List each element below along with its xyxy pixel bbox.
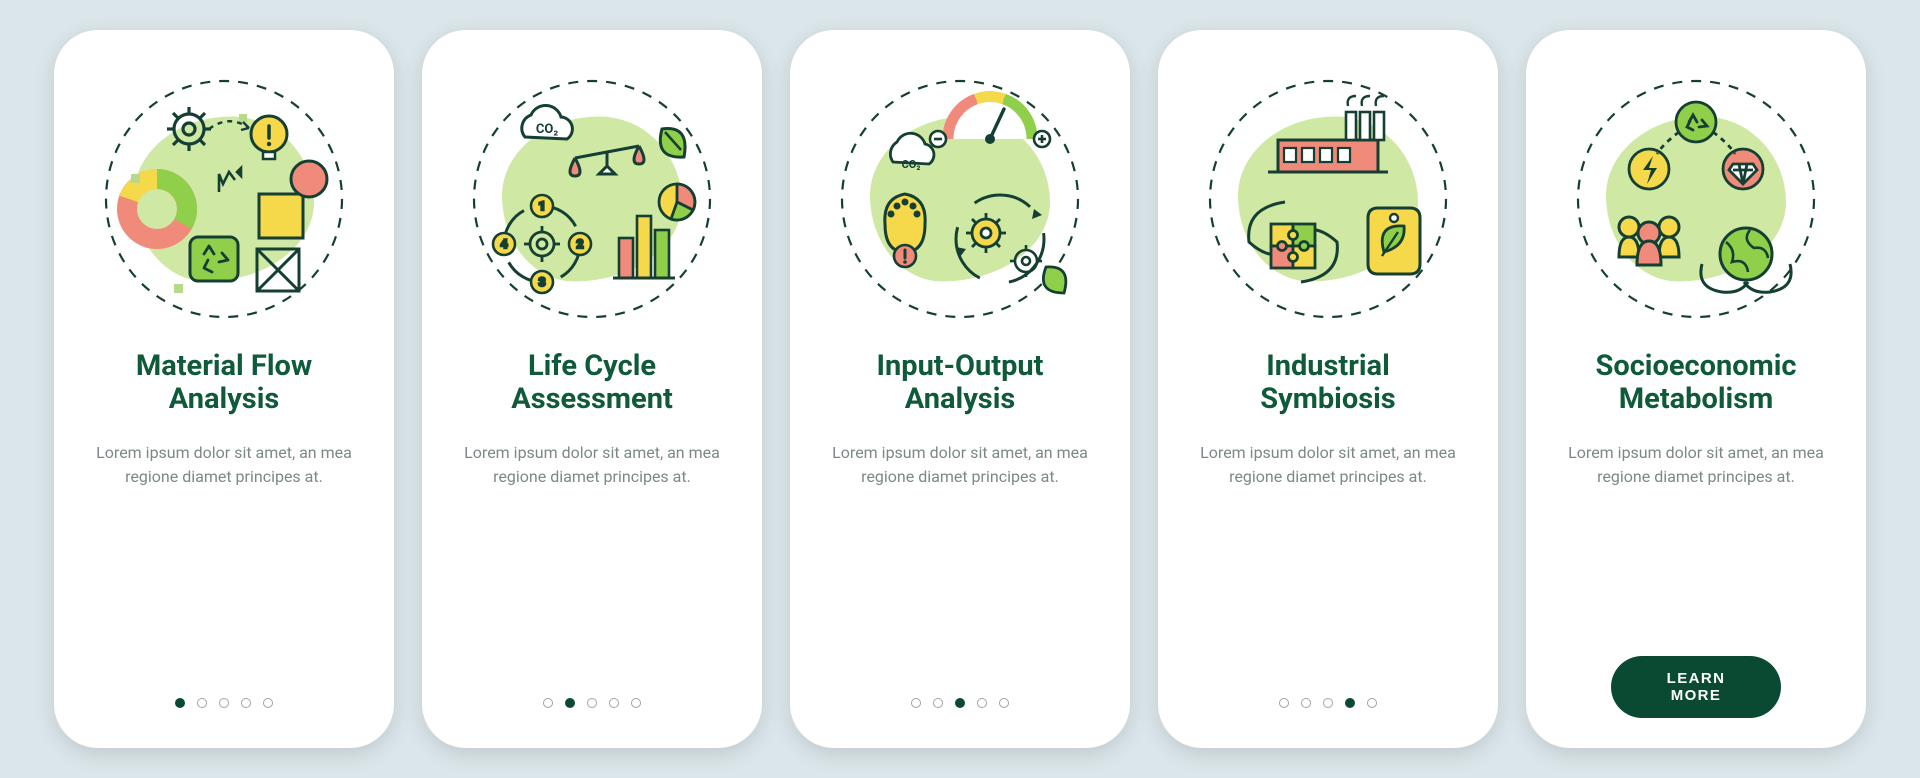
card-title: Material Flow Analysis bbox=[94, 350, 354, 417]
svg-text:2: 2 bbox=[577, 237, 584, 251]
page-dot[interactable] bbox=[175, 698, 185, 708]
page-dot[interactable] bbox=[977, 698, 987, 708]
page-dot[interactable] bbox=[1301, 698, 1311, 708]
input-output-analysis-icon: CO₂ bbox=[835, 74, 1085, 324]
page-dots bbox=[911, 698, 1009, 708]
card-description: Lorem ipsum dolor sit amet, an mea regio… bbox=[462, 441, 722, 489]
page-dot[interactable] bbox=[263, 698, 273, 708]
page-dot[interactable] bbox=[1345, 698, 1355, 708]
page-dot[interactable] bbox=[609, 698, 619, 708]
svg-text:1: 1 bbox=[539, 199, 546, 213]
svg-text:3: 3 bbox=[539, 275, 546, 289]
illustration-wrap: CO₂ bbox=[835, 74, 1085, 324]
svg-text:CO₂: CO₂ bbox=[902, 158, 921, 171]
card-description: Lorem ipsum dolor sit amet, an mea regio… bbox=[1566, 441, 1826, 489]
page-dot[interactable] bbox=[543, 698, 553, 708]
svg-text:CO₂: CO₂ bbox=[536, 122, 558, 137]
onboarding-card: Socioeconomic Metabolism Lorem ipsum dol… bbox=[1526, 30, 1866, 748]
page-dot[interactable] bbox=[197, 698, 207, 708]
life-cycle-assessment-icon: CO₂ 1 2 3 4 bbox=[467, 74, 717, 324]
page-dot[interactable] bbox=[933, 698, 943, 708]
onboarding-card: CO₂ bbox=[790, 30, 1130, 748]
page-dot[interactable] bbox=[1367, 698, 1377, 708]
learn-more-button[interactable]: LEARN MORE bbox=[1611, 656, 1781, 718]
card-title: Socioeconomic Metabolism bbox=[1566, 350, 1826, 417]
industrial-symbiosis-icon bbox=[1203, 74, 1453, 324]
illustration-wrap: CO₂ 1 2 3 4 bbox=[467, 74, 717, 324]
page-dot[interactable] bbox=[219, 698, 229, 708]
onboarding-card: Material Flow Analysis Lorem ipsum dolor… bbox=[54, 30, 394, 748]
page-dots bbox=[1279, 698, 1377, 708]
page-dot[interactable] bbox=[911, 698, 921, 708]
card-description: Lorem ipsum dolor sit amet, an mea regio… bbox=[830, 441, 1090, 489]
card-description: Lorem ipsum dolor sit amet, an mea regio… bbox=[1198, 441, 1458, 489]
card-title: Life Cycle Assessment bbox=[462, 350, 722, 417]
page-dot[interactable] bbox=[631, 698, 641, 708]
page-dot[interactable] bbox=[955, 698, 965, 708]
page-dot[interactable] bbox=[1279, 698, 1289, 708]
card-title: Input-Output Analysis bbox=[830, 350, 1090, 417]
onboarding-card: Industrial Symbiosis Lorem ipsum dolor s… bbox=[1158, 30, 1498, 748]
card-description: Lorem ipsum dolor sit amet, an mea regio… bbox=[94, 441, 354, 489]
card-title: Industrial Symbiosis bbox=[1198, 350, 1458, 417]
svg-text:4: 4 bbox=[501, 237, 508, 251]
page-dots bbox=[175, 698, 273, 708]
illustration-wrap bbox=[99, 74, 349, 324]
page-dots bbox=[543, 698, 641, 708]
illustration-wrap bbox=[1203, 74, 1453, 324]
onboarding-card: CO₂ 1 2 3 4 bbox=[422, 30, 762, 748]
illustration-wrap bbox=[1571, 74, 1821, 324]
page-dot[interactable] bbox=[999, 698, 1009, 708]
page-dot[interactable] bbox=[241, 698, 251, 708]
page-dot[interactable] bbox=[1323, 698, 1333, 708]
page-dot[interactable] bbox=[565, 698, 575, 708]
socioeconomic-metabolism-icon bbox=[1571, 74, 1821, 324]
page-dot[interactable] bbox=[587, 698, 597, 708]
material-flow-analysis-icon bbox=[99, 74, 349, 324]
